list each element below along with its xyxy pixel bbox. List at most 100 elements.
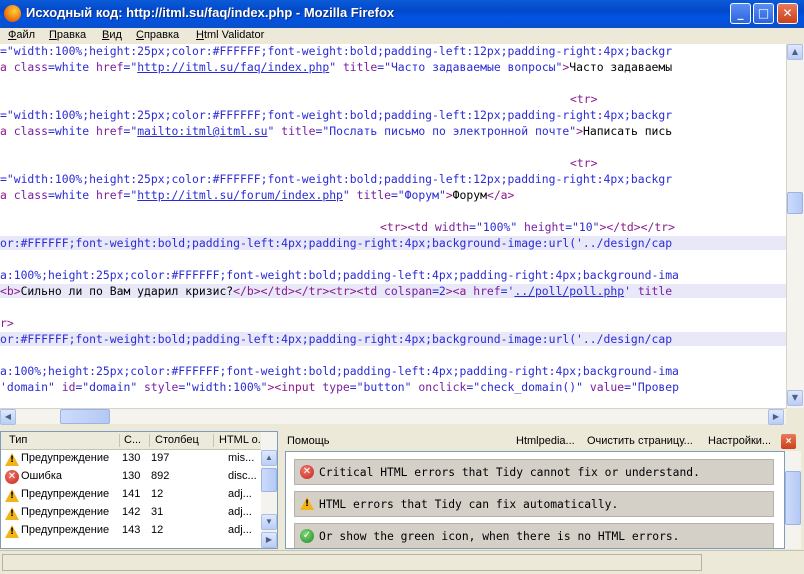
code-text: ="Форум"	[390, 188, 446, 202]
code-text: =white	[48, 60, 97, 74]
menu-view[interactable]: Вид	[102, 29, 122, 41]
scroll-up-button[interactable]: ▲	[787, 44, 803, 60]
source-link[interactable]: http://itml.su/faq/index.php	[137, 60, 329, 74]
help-item-text: Critical HTML errors that Tidy cannot fi…	[319, 466, 700, 479]
code-text: width	[434, 220, 470, 234]
scroll-thumb[interactable]	[60, 409, 110, 424]
warning-icon	[5, 507, 19, 520]
menu-html-validator[interactable]: Html Validator	[196, 29, 264, 41]
source-vertical-scrollbar[interactable]: ▲ ▼	[786, 44, 804, 408]
error-list-panel: Тип С... Столбец HTML о... Предупреждени…	[0, 431, 278, 549]
code-text: href	[96, 60, 124, 74]
source-view[interactable]: ="width:100%;height:25px;color:#FFFFFF;f…	[0, 44, 786, 408]
column-description[interactable]: HTML о...	[219, 434, 263, 446]
code-text: ="	[123, 188, 138, 202]
scroll-down-button[interactable]: ▼	[787, 390, 803, 406]
menu-bar: Файл Правка Вид Справка Html Validator	[0, 28, 804, 44]
help-content: ✕ Critical HTML errors that Tidy cannot …	[285, 451, 785, 549]
error-row[interactable]: ✕ Ошибка 130 892 disc...	[1, 468, 261, 486]
error-desc: disc...	[228, 470, 257, 482]
code-text: ="	[123, 60, 138, 74]
code-text: Часто задаваемы	[569, 60, 673, 74]
help-panel: Помощь Htmlpedia... Очистить страницу...…	[281, 431, 804, 549]
close-button[interactable]: ✕	[777, 3, 798, 24]
ok-icon: ✓	[300, 529, 314, 543]
column-line[interactable]: С...	[124, 434, 148, 446]
code-text: <tr>	[570, 92, 598, 106]
code-text: type	[322, 380, 350, 394]
column-type[interactable]: Тип	[9, 434, 109, 446]
code-text: colspan	[384, 284, 433, 298]
menu-help[interactable]: Справка	[136, 29, 179, 41]
error-list-scrollbar[interactable]: ▲ ▼ ▶	[261, 432, 277, 548]
scroll-corner	[786, 408, 804, 424]
source-horizontal-scrollbar[interactable]: ◀ ▶	[0, 408, 786, 425]
source-line: 'domain" id="domain" style="width:100%">…	[0, 380, 786, 394]
error-line: 143	[122, 524, 141, 536]
code-text: <b>	[0, 284, 21, 298]
code-text: ="Послать письмо по электронной почте"	[315, 124, 577, 138]
error-col: 12	[151, 524, 164, 536]
error-line: 130	[122, 470, 141, 482]
code-text: </b></td></tr><tr><td	[233, 284, 385, 298]
source-line: ="width:100%;height:25px;color:#FFFFFF;f…	[0, 172, 786, 186]
scroll-up-button[interactable]: ▲	[261, 450, 277, 466]
code-text: '	[624, 284, 638, 298]
error-line: 130	[122, 452, 141, 464]
error-line: 142	[122, 506, 141, 518]
column-column[interactable]: Столбец	[155, 434, 209, 446]
menu-file[interactable]: Файл	[8, 29, 35, 41]
clear-page-button[interactable]: Очистить страницу...	[587, 435, 693, 447]
help-item-text: Or show the green icon, when there is no…	[319, 530, 680, 543]
error-row[interactable]: Предупреждение 143 12 adj...	[1, 522, 261, 540]
code-text: r>	[0, 316, 14, 330]
error-row[interactable]: Предупреждение 130 197 mis...	[1, 450, 261, 468]
source-line: r>	[0, 316, 786, 330]
scroll-thumb[interactable]	[787, 192, 803, 214]
warning-icon	[5, 453, 19, 466]
code-text: <tr><td	[380, 220, 435, 234]
error-type: Предупреждение	[21, 452, 110, 464]
error-row[interactable]: Предупреждение 141 12 adj...	[1, 486, 261, 504]
error-type: Предупреждение	[21, 524, 110, 536]
code-text: "	[342, 188, 357, 202]
menu-edit[interactable]: Правка	[49, 29, 86, 41]
scroll-thumb[interactable]	[785, 471, 801, 525]
error-list-header: Тип С... Столбец HTML о...	[1, 432, 263, 450]
scroll-left-button[interactable]: ◀	[0, 409, 16, 425]
code-text: value	[589, 380, 625, 394]
source-line: a class=white href="http://itml.su/forum…	[0, 188, 786, 202]
error-desc: adj...	[228, 524, 252, 536]
code-text: Сильно ли по Вам ударил кризис?	[20, 284, 234, 298]
code-text: title	[281, 124, 316, 138]
maximize-button[interactable]: □	[753, 3, 774, 24]
code-text: Форум	[452, 188, 487, 202]
code-text: ="10"	[565, 220, 600, 234]
scroll-right-button[interactable]: ▶	[768, 409, 784, 425]
minimize-button[interactable]: _	[730, 3, 751, 24]
source-link[interactable]: http://itml.su/forum/index.php	[137, 188, 343, 202]
error-desc: adj...	[228, 506, 252, 518]
error-icon: ✕	[300, 465, 314, 479]
source-line: a:100%;height:25px;color:#FFFFFF;font-we…	[0, 268, 786, 282]
title-bar: Исходный код: http://itml.su/faq/index.p…	[0, 0, 804, 28]
status-pane	[2, 554, 702, 571]
code-text: ="	[123, 124, 138, 138]
error-type: Ошибка	[21, 470, 62, 482]
error-row[interactable]: Предупреждение 142 31 adj...	[1, 504, 261, 522]
error-icon: ✕	[5, 470, 19, 484]
help-item-ok: ✓ Or show the green icon, when there is …	[294, 523, 774, 548]
help-close-icon[interactable]: ×	[781, 434, 796, 449]
scroll-right-button[interactable]: ▶	[261, 532, 277, 548]
code-text: a	[0, 60, 14, 74]
scroll-down-button[interactable]: ▼	[261, 514, 277, 530]
source-line: <tr>	[0, 92, 786, 106]
settings-button[interactable]: Настройки...	[708, 435, 771, 447]
scroll-thumb[interactable]	[261, 468, 277, 492]
source-link[interactable]: ../poll/poll.php	[514, 284, 624, 298]
help-scrollbar[interactable]	[785, 451, 801, 549]
code-text: onclick	[418, 380, 467, 394]
code-text: ="button"	[349, 380, 419, 394]
htmlpedia-button[interactable]: Htmlpedia...	[516, 435, 575, 447]
source-link[interactable]: mailto:itml@itml.su	[137, 124, 267, 138]
